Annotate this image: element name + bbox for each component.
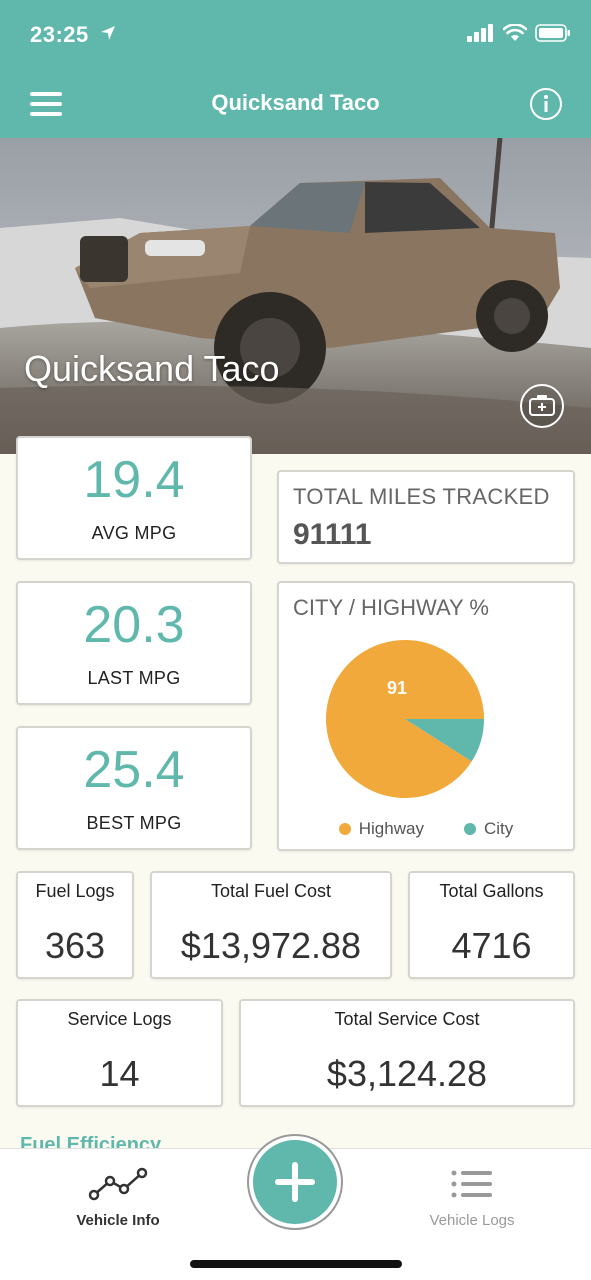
status-time: 23:25 <box>30 22 89 47</box>
status-indicators <box>467 24 571 42</box>
total-fuel-cost-card: Total Fuel Cost $13,972.88 <box>150 871 392 979</box>
wifi-icon <box>503 24 527 41</box>
city-highway-chart-card: CITY / HIGHWAY % 91 Highway City <box>277 581 575 851</box>
avg-mpg-label: AVG MPG <box>91 523 177 543</box>
legend-label-city: City <box>483 819 514 838</box>
total-gallons-label: Total Gallons <box>439 881 544 901</box>
service-logs-value: 14 <box>99 1053 140 1094</box>
legend-item-highway[interactable]: Highway <box>338 819 424 839</box>
highway-dot-icon <box>338 823 351 835</box>
chart-title: CITY / HIGHWAY % <box>293 595 489 620</box>
avg-mpg-card: 19.4 AVG MPG <box>16 436 252 560</box>
tab-vehicle-info-label: Vehicle Info <box>76 1212 160 1229</box>
tab-vehicle-info[interactable]: Vehicle Info <box>38 1167 198 1229</box>
total-miles-label: TOTAL MILES TRACKED <box>293 484 550 509</box>
fuel-logs-card: Fuel Logs 363 <box>16 871 134 979</box>
total-gallons-card: Total Gallons 4716 <box>408 871 575 979</box>
add-entry-button[interactable] <box>249 1136 341 1228</box>
camera-add-icon[interactable] <box>519 383 565 429</box>
truck-photo-image <box>0 138 591 454</box>
best-mpg-label: BEST MPG <box>86 813 182 833</box>
info-icon[interactable] <box>529 87 563 121</box>
legend-item-city[interactable]: City <box>463 819 514 839</box>
list-icon <box>451 1170 492 1198</box>
pie-chart: 91 <box>326 640 484 798</box>
service-logs-card: Service Logs 14 <box>16 999 223 1107</box>
fuel-logs-value: 363 <box>44 925 106 966</box>
last-mpg-card: 20.3 LAST MPG <box>16 581 252 705</box>
best-mpg-card: 25.4 BEST MPG <box>16 726 252 850</box>
app-header: 23:25 Quicksand Taco <box>0 0 591 138</box>
last-mpg-label: LAST MPG <box>87 668 181 688</box>
total-service-cost-value: $3,124.28 <box>326 1053 488 1094</box>
total-service-cost-card: Total Service Cost $3,124.28 <box>239 999 575 1107</box>
total-miles-card: TOTAL MILES TRACKED 91111 <box>277 470 575 564</box>
battery-icon <box>535 24 570 42</box>
vehicle-photo: Quicksand Taco <box>0 138 591 454</box>
total-gallons-value: 4716 <box>451 925 532 966</box>
plus-icon <box>275 1162 315 1202</box>
best-mpg-value: 25.4 <box>83 741 185 799</box>
tab-vehicle-logs-label: Vehicle Logs <box>429 1212 515 1229</box>
legend-label-highway: Highway <box>358 819 424 838</box>
total-fuel-cost-value: $13,972.88 <box>180 925 362 966</box>
tab-vehicle-logs[interactable]: Vehicle Logs <box>392 1167 552 1229</box>
fuel-logs-label: Fuel Logs <box>35 881 115 901</box>
location-arrow-icon <box>101 26 115 40</box>
vehicle-name-overlay: Quicksand Taco <box>24 348 280 389</box>
nav-title: Quicksand Taco <box>211 90 380 115</box>
total-fuel-cost-label: Total Fuel Cost <box>210 881 332 901</box>
total-service-cost-label: Total Service Cost <box>334 1009 480 1029</box>
home-indicator <box>190 1260 402 1268</box>
avg-mpg-value: 19.4 <box>83 451 185 509</box>
cellular-signal-icon <box>467 24 493 42</box>
line-chart-icon <box>88 1167 148 1201</box>
total-miles-value: 91111 <box>293 518 372 551</box>
chart-legend: Highway City <box>279 819 573 839</box>
service-logs-label: Service Logs <box>67 1009 172 1029</box>
last-mpg-value: 20.3 <box>83 596 185 654</box>
pie-data-label-highway: 91 <box>387 678 407 698</box>
city-dot-icon <box>463 823 476 835</box>
